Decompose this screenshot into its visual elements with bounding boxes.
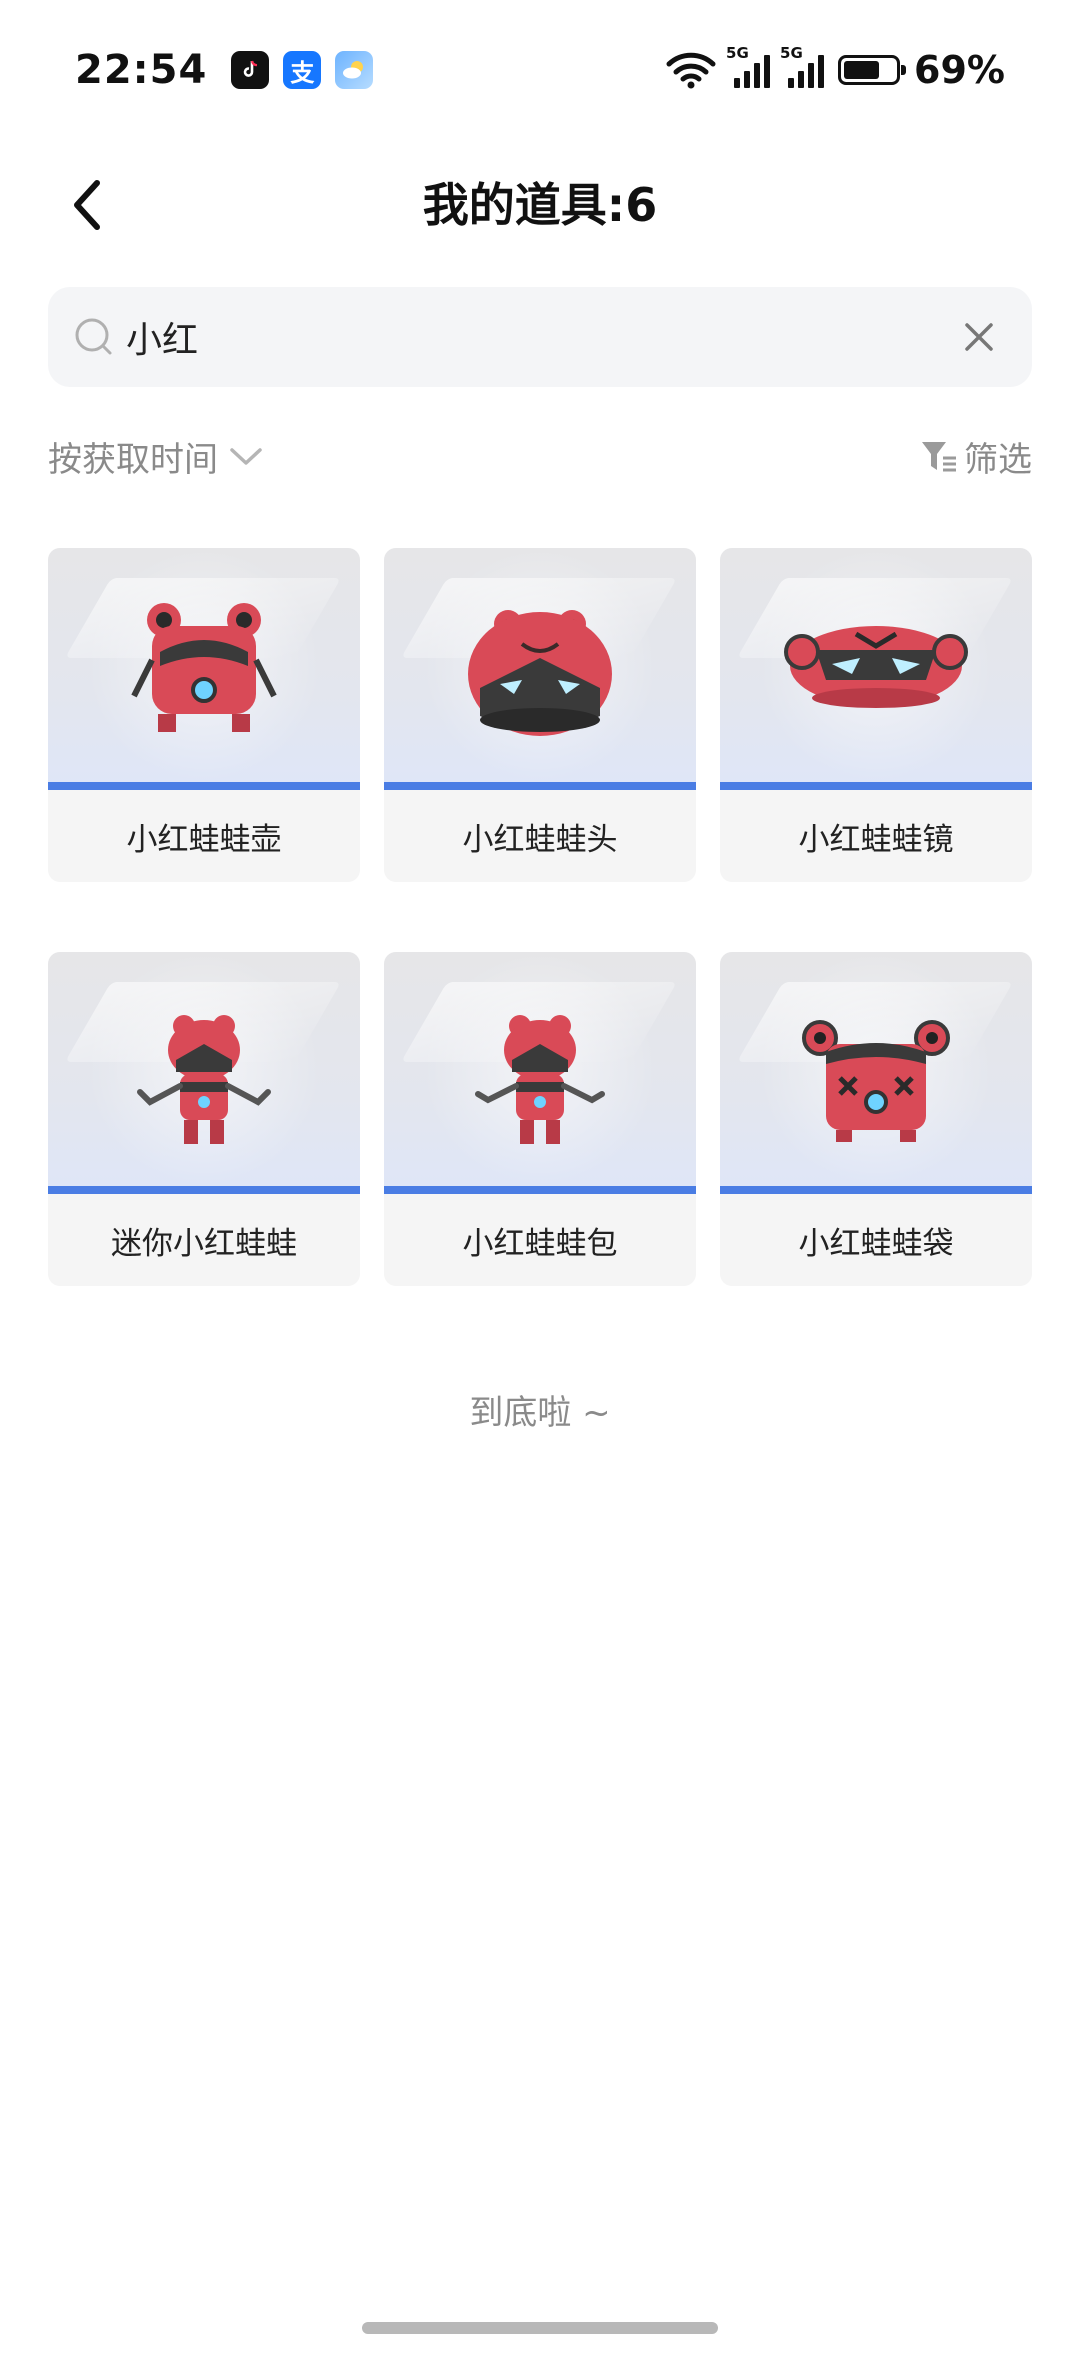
item-name: 迷你小红蛙蛙 — [111, 1225, 297, 1262]
search-input[interactable] — [126, 316, 954, 358]
sort-dropdown[interactable]: 按获取时间 — [48, 432, 264, 481]
search-bar[interactable] — [48, 287, 1032, 387]
signal-icon-2: 5G — [780, 44, 825, 88]
status-app-icons: 支 — [231, 51, 374, 89]
item-image — [384, 952, 696, 1194]
signal-label-2: 5G — [780, 44, 803, 62]
signal-icon: 5G — [726, 44, 771, 88]
alipay-icon-glyph: 支 — [290, 58, 315, 87]
battery-fill — [844, 61, 879, 79]
item-name: 小红蛙蛙镜 — [798, 821, 954, 858]
item-name: 小红蛙蛙头 — [462, 821, 618, 858]
battery-icon — [838, 55, 907, 85]
item-image — [48, 952, 360, 1194]
item-card[interactable]: 小红蛙蛙镜 — [720, 548, 1032, 882]
item-card[interactable]: 小红蛙蛙包 — [384, 952, 696, 1286]
item-card[interactable]: 迷你小红蛙蛙 — [48, 952, 360, 1286]
battery-percentage: 69% — [914, 48, 1005, 92]
filter-button[interactable]: 筛选 — [920, 432, 1032, 481]
home-indicator[interactable] — [362, 2322, 718, 2334]
item-image — [384, 548, 696, 790]
page-title: 我的道具:6 — [422, 178, 658, 232]
item-card[interactable]: 小红蛙蛙头 — [384, 548, 696, 882]
clear-search-button[interactable] — [954, 312, 1004, 362]
filter-icon — [922, 441, 956, 471]
item-name: 小红蛙蛙包 — [462, 1225, 618, 1262]
item-card[interactable]: 小红蛙蛙袋 — [720, 952, 1032, 1286]
status-right: 5G 5G 69% — [666, 44, 1005, 92]
sort-label: 按获取时间 — [48, 440, 218, 480]
frog-head-image — [468, 610, 612, 736]
header: 我的道具:6 — [0, 150, 1080, 260]
status-bar: 22:54 支 5G 5G 69% — [0, 0, 1080, 140]
search-icon — [75, 318, 112, 355]
item-grid: 小红蛙蛙壶 小红蛙蛙头 小红蛙蛙镜 迷你小红蛙蛙 小红蛙蛙包 小红蛙蛙袋 — [48, 548, 1032, 1286]
item-image — [720, 952, 1032, 1194]
frog-pot-image — [131, 603, 277, 732]
filter-label: 筛选 — [964, 440, 1032, 480]
frog-goggles-image — [784, 626, 968, 708]
wifi-icon — [666, 52, 716, 89]
chevron-down-icon — [230, 447, 262, 465]
end-of-list-text: 到底啦 ~ — [469, 1393, 611, 1433]
sort-filter-row: 按获取时间 筛选 — [48, 432, 1032, 492]
close-icon — [965, 323, 993, 351]
item-name: 小红蛙蛙壶 — [126, 821, 282, 858]
item-image — [48, 548, 360, 790]
item-name: 小红蛙蛙袋 — [798, 1225, 954, 1262]
status-time: 22:54 — [75, 47, 208, 93]
alipay-icon: 支 — [283, 51, 322, 89]
item-image — [720, 548, 1032, 790]
frog-pouch-image — [802, 1020, 950, 1142]
item-card[interactable]: 小红蛙蛙壶 — [48, 548, 360, 882]
weather-icon — [335, 51, 374, 89]
tiktok-icon — [231, 51, 270, 89]
frog-bag-image — [475, 1015, 605, 1144]
mini-frog-image — [137, 1015, 271, 1144]
page: 22:54 支 5G 5G 69% 我的道具:6 小红 按获取时间 筛选 小红蛙… — [0, 0, 1080, 2354]
signal-label: 5G — [726, 44, 749, 62]
